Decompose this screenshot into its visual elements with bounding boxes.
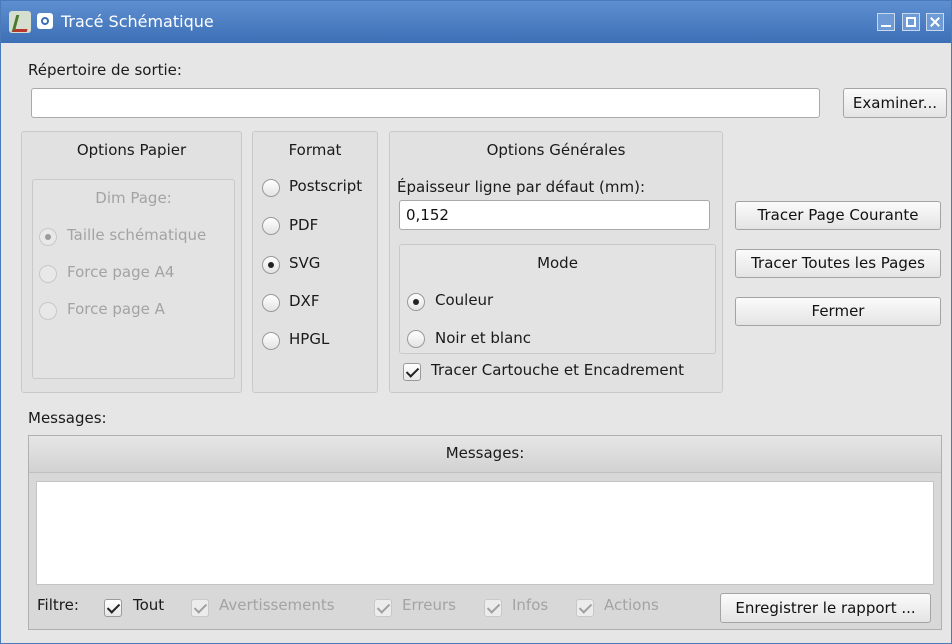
dim-page-group: Dim Page: Taille schématique Force page … (32, 179, 235, 379)
paper-options-group: Options Papier Dim Page: Taille schémati… (21, 131, 242, 393)
filter-tout-checkbox[interactable] (104, 599, 122, 617)
radio-taille-schematique[interactable] (39, 228, 57, 246)
format-title: Format (288, 141, 342, 159)
filter-actions-label: Actions (604, 596, 659, 614)
format-group: Format Postscript PDF SVG DXF HPGL (252, 131, 378, 393)
radio-dxf-label: DXF (289, 292, 320, 310)
output-dir-input[interactable] (31, 88, 820, 118)
radio-noir-blanc-label: Noir et blanc (435, 329, 532, 347)
filter-infos-checkbox[interactable] (484, 599, 502, 617)
filter-infos-label: Infos (512, 596, 549, 614)
paper-options-title: Options Papier (76, 141, 187, 159)
general-options-group: Options Générales Épaisseur ligne par dé… (389, 131, 723, 393)
radio-force-a4-label: Force page A4 (67, 263, 175, 281)
radio-taille-schematique-label: Taille schématique (67, 226, 207, 244)
browse-button[interactable]: Examiner... (843, 88, 947, 118)
radio-noir-blanc[interactable] (407, 330, 425, 348)
dialog-window: Tracé Schématique Répertoire de sortie: … (0, 0, 952, 644)
minimize-icon[interactable] (877, 13, 895, 31)
radio-postscript[interactable] (262, 179, 280, 197)
filter-tout-label: Tout (133, 596, 165, 614)
messages-panel: Messages: Filtre: Tout Avertissements Er… (28, 435, 942, 630)
filter-erreurs-checkbox[interactable] (374, 599, 392, 617)
window-menu-icon[interactable] (37, 13, 53, 29)
filter-erreurs-label: Erreurs (402, 596, 456, 614)
radio-force-a4[interactable] (39, 265, 57, 283)
frame-checkbox-label: Tracer Cartouche et Encadrement (431, 361, 684, 379)
plot-current-page-button[interactable]: Tracer Page Courante (735, 201, 941, 230)
messages-textarea[interactable] (36, 481, 934, 585)
close-button[interactable]: Fermer (735, 297, 941, 326)
messages-header: Messages: (29, 436, 941, 473)
output-dir-label: Répertoire de sortie: (28, 61, 182, 79)
radio-pdf[interactable] (262, 217, 280, 235)
messages-label: Messages: (28, 409, 107, 427)
radio-pdf-label: PDF (289, 216, 319, 234)
filter-avertissements-label: Avertissements (219, 596, 335, 614)
filter-actions-checkbox[interactable] (576, 599, 594, 617)
save-report-button[interactable]: Enregistrer le rapport ... (720, 593, 931, 623)
frame-checkbox[interactable] (403, 363, 421, 381)
radio-svg[interactable] (262, 256, 280, 274)
radio-hpgl[interactable] (262, 332, 280, 350)
filter-avertissements-checkbox[interactable] (191, 599, 209, 617)
app-icon (9, 11, 31, 33)
radio-force-a-label: Force page A (67, 300, 165, 318)
window-title: Tracé Schématique (61, 12, 214, 31)
close-icon[interactable] (926, 13, 944, 31)
radio-couleur-label: Couleur (435, 291, 494, 309)
radio-svg-label: SVG (289, 254, 321, 272)
radio-force-a[interactable] (39, 302, 57, 320)
dim-page-title: Dim Page: (95, 189, 172, 207)
plot-all-pages-button[interactable]: Tracer Toutes les Pages (735, 249, 941, 278)
maximize-icon[interactable] (902, 13, 920, 31)
radio-postscript-label: Postscript (289, 177, 363, 195)
radio-dxf[interactable] (262, 294, 280, 312)
line-width-label: Épaisseur ligne par défaut (mm): (397, 178, 646, 196)
mode-group: Mode Couleur Noir et blanc (399, 244, 716, 354)
general-options-title: Options Générales (486, 141, 626, 159)
filter-label: Filtre: (37, 596, 79, 614)
mode-title: Mode (537, 254, 578, 272)
radio-couleur[interactable] (407, 293, 425, 311)
line-width-input[interactable] (399, 200, 710, 230)
radio-hpgl-label: HPGL (289, 330, 330, 348)
title-bar: Tracé Schématique (1, 1, 951, 43)
